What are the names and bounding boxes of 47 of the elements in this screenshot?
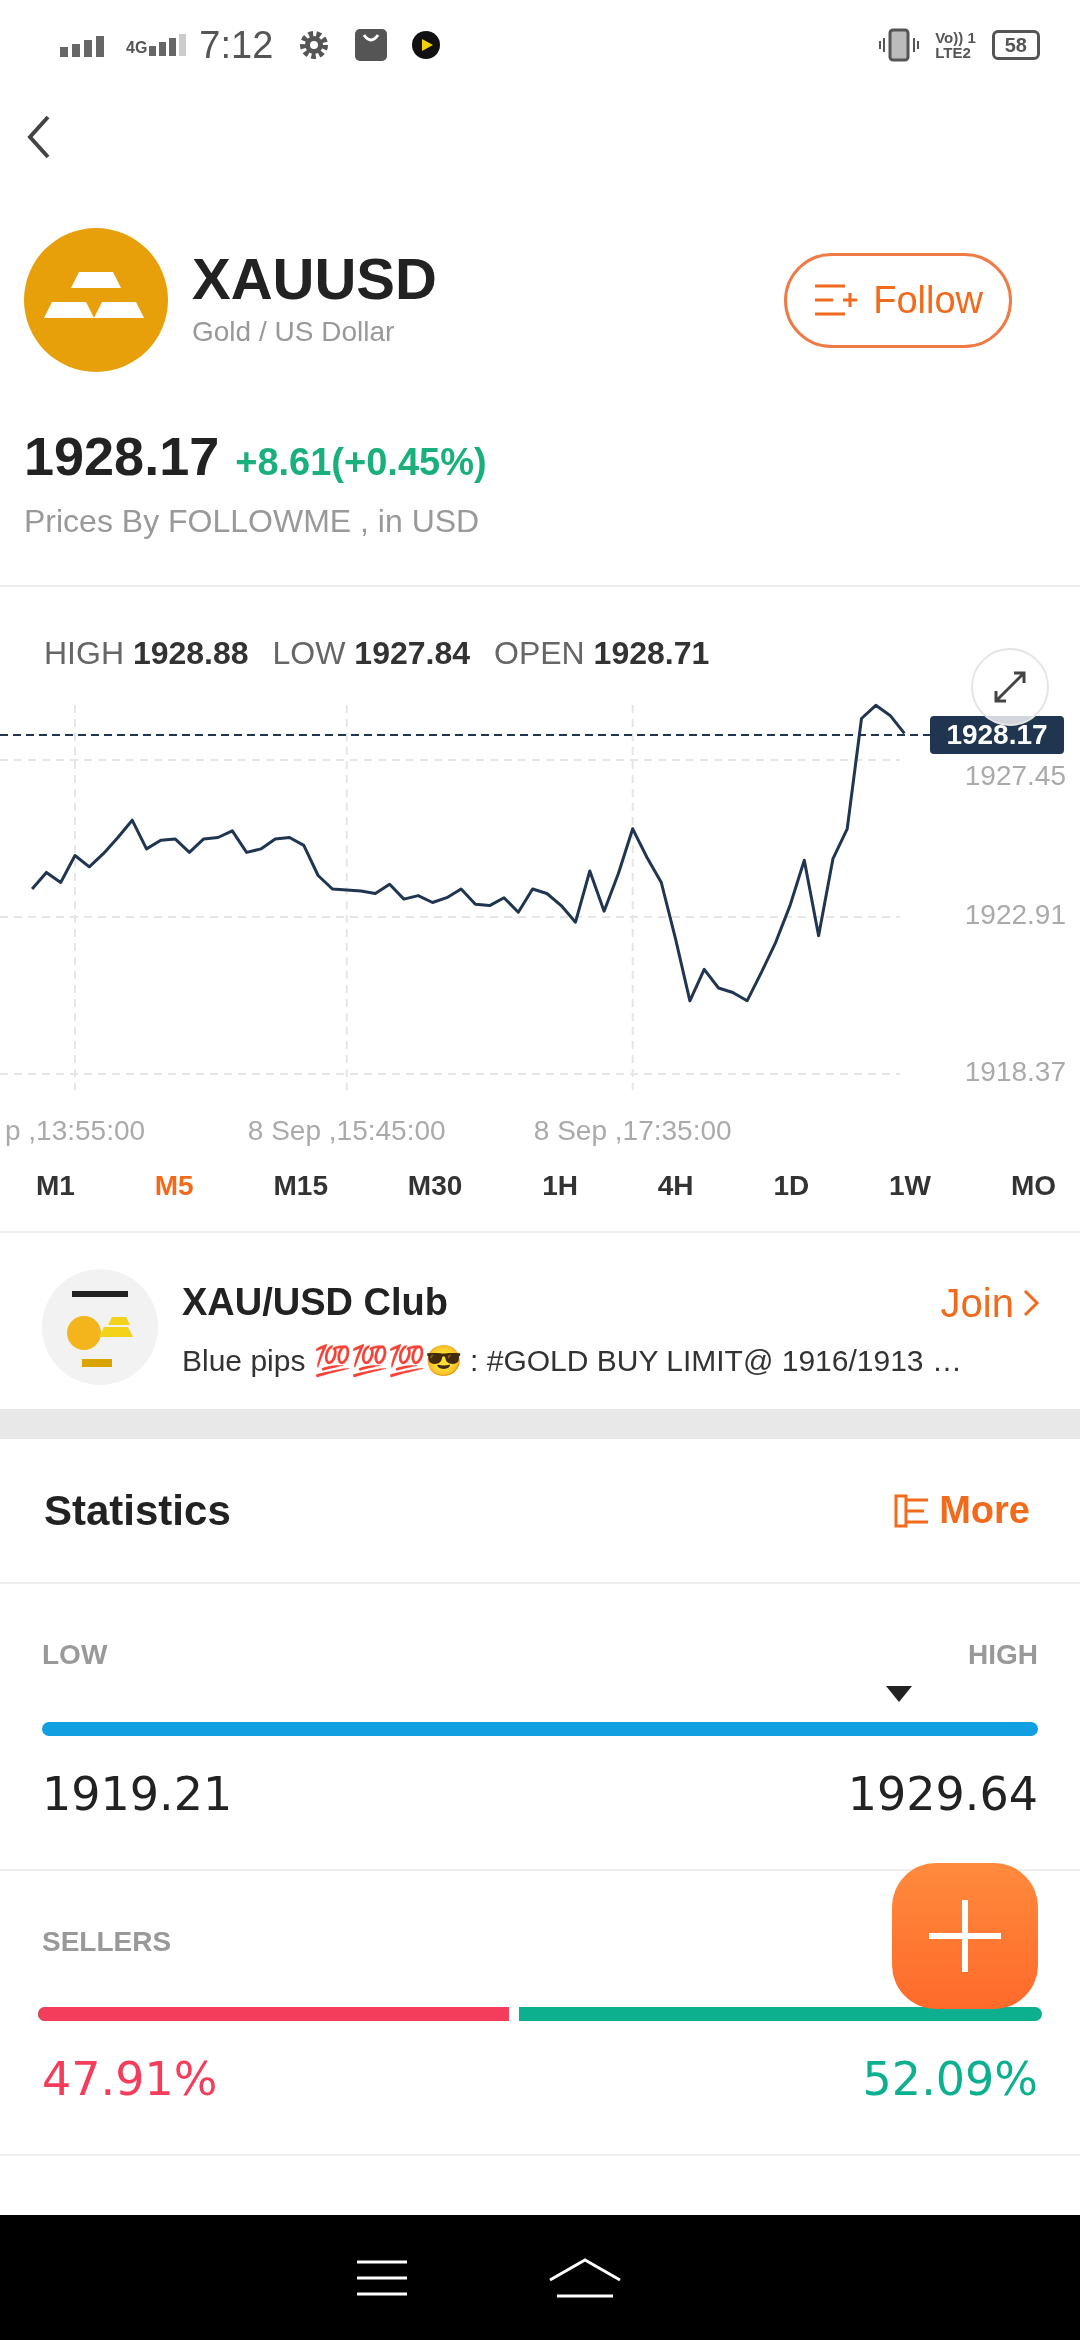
network-type: 4G [126, 40, 148, 56]
x-axis-label: 8 Sep ,17:35:00 [533, 1115, 732, 1146]
price-source: Prices By FOLLOWME , in USD [24, 502, 481, 541]
ohlc-stat: LOW 1927.84 [272, 634, 470, 673]
price-change: +8.61(+0.45%) [235, 440, 487, 485]
range-label: HIGH [968, 1638, 1038, 1672]
ohlc-stat: OPEN 1928.71 [494, 634, 710, 673]
volte-text: Vo)) 1 [935, 30, 976, 45]
timeframe-tab[interactable]: 1W [889, 1165, 932, 1207]
timeframe-tab[interactable]: M1 [36, 1165, 75, 1207]
timeframe-tab[interactable]: MO [1010, 1165, 1056, 1207]
timeframe-tab[interactable]: 4H [657, 1165, 694, 1207]
x-axis-label: p ,13:55:00 [4, 1115, 146, 1146]
expand-icon[interactable] [970, 647, 1050, 727]
shopping-bag-icon [355, 29, 388, 61]
section-title: Statistics [44, 1486, 231, 1536]
battery-level: 58 [991, 30, 1040, 60]
club-logo-icon [42, 1269, 158, 1385]
club-title: XAU/USD Club [182, 1280, 448, 1325]
bullion-icon [24, 228, 168, 372]
vibrate-icon [879, 28, 920, 62]
timeframe-tab[interactable]: 1D [773, 1165, 810, 1207]
volte-text: LTE2 [935, 45, 972, 60]
x-axis-label: 8 Sep ,15:45:00 [247, 1115, 446, 1146]
ohlc-stat: HIGH 1928.88 [44, 634, 249, 673]
app-icon [411, 30, 442, 60]
y-axis-label: 1918.37 [964, 1056, 1066, 1088]
add-list-icon [813, 282, 860, 318]
range-value: 1919.21 [42, 1766, 233, 1823]
timeframe-tab[interactable]: 1H [542, 1165, 578, 1207]
sentiment-label: SELLERS [42, 1926, 172, 1957]
y-axis-label: 1922.91 [964, 899, 1066, 931]
last-price-tag: 1928.17 [930, 716, 1064, 755]
timeframe-tab[interactable]: M30 [407, 1165, 463, 1207]
range-label: LOW [42, 1638, 108, 1672]
buyers-percent: 52.09% [862, 2051, 1038, 2108]
club-message: Blue pips 💯💯💯😎 : #GOLD BUY LIMIT@ 1916/1913 … [182, 1342, 963, 1380]
instrument-name: Gold / US Dollar [192, 314, 396, 349]
clock: 7:12 [199, 22, 274, 68]
timeframe-tab[interactable]: M15 [273, 1165, 328, 1207]
add-button[interactable] [892, 1863, 1038, 2009]
sellers-percent: 47.91% [42, 2051, 218, 2108]
y-axis-label: 1927.45 [964, 760, 1066, 792]
symbol-title: XAUUSD [192, 247, 438, 311]
range-value: 1929.64 [847, 1766, 1038, 1823]
chevron-right-icon [1022, 1287, 1040, 1318]
price-value: 1928.17 [24, 425, 220, 488]
